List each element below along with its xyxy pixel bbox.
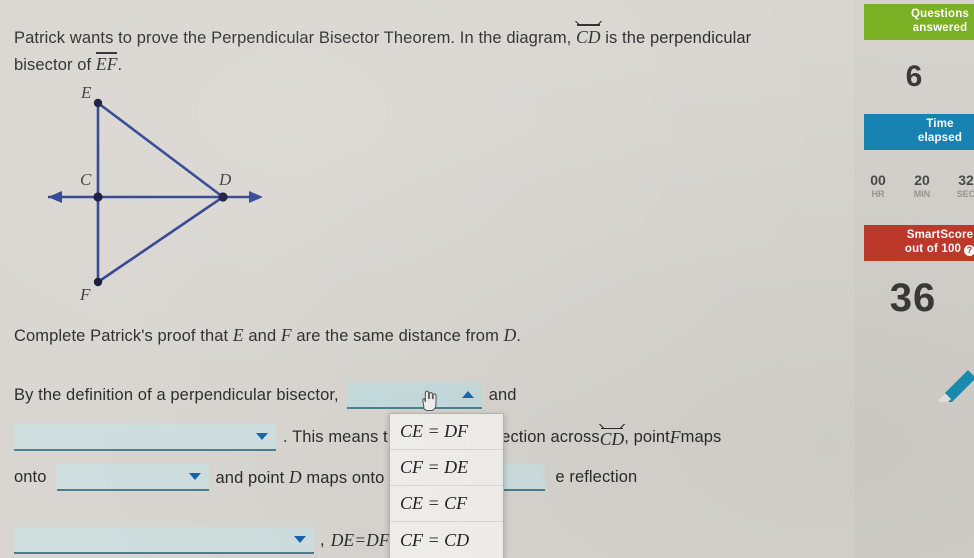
proof-line-4: , DE = DF	[14, 527, 390, 554]
segment-ed	[97, 101, 224, 199]
time-elapsed-value: 00 HR 20 MIN 32 SEC	[856, 172, 974, 200]
proof-line1-prefix: By the definition of a perpendicular bis…	[14, 386, 339, 404]
proof-line4-de: DE	[330, 530, 355, 550]
proof-line4-df: DF	[366, 530, 390, 550]
proof-line2-maps: maps	[680, 428, 722, 446]
geometry-diagram: E C D F	[8, 80, 308, 315]
point-f	[93, 277, 103, 287]
question-stem: Patrick wants to prove the Perpendicular…	[14, 20, 754, 78]
questions-answered-value: 6	[905, 60, 923, 93]
proof-prompt-var-f: F	[280, 325, 292, 345]
question-stem-text-1: Patrick wants to prove the Perpendicular…	[14, 29, 577, 47]
proof-prompt-text-2: are the same distance from	[291, 327, 504, 345]
diagram-lines	[48, 101, 256, 284]
questions-answered-badge: Questions answered	[864, 4, 974, 40]
question-panel: Patrick wants to prove the Perpendicular…	[0, 0, 860, 558]
timer-hours-number: 00	[870, 172, 886, 188]
proof-prompt-end: .	[516, 327, 522, 345]
chevron-down-icon	[256, 433, 268, 440]
line-cd-notation: CD	[575, 20, 602, 50]
time-badge-line2: elapsed	[917, 131, 963, 144]
dropdown-option[interactable]: CF = DE	[390, 450, 503, 486]
smartscore-badge-line1: SmartScore	[906, 229, 974, 241]
questions-badge-line2: answered	[912, 21, 968, 34]
proof-line2-reflection: flection across	[492, 428, 600, 446]
proof-line2-var-f: F	[669, 427, 681, 447]
answer-dropdown-5[interactable]	[14, 527, 314, 554]
dropdown-option[interactable]: CE = DF	[390, 414, 503, 450]
point-c	[93, 192, 103, 202]
point-e	[93, 98, 103, 108]
segment-ef-notation: EF	[95, 51, 118, 77]
chevron-down-icon	[294, 536, 306, 543]
label-e: E	[81, 83, 92, 102]
proof-line3-tail: e reflection	[555, 468, 638, 486]
timer-hours: 00 HR	[856, 172, 900, 200]
arrowhead-left	[48, 191, 62, 203]
time-elapsed-badge: Time elapsed	[864, 114, 974, 150]
smartscore-value: 36	[889, 276, 937, 320]
label-f: F	[80, 285, 91, 304]
proof-line-3: onto and point D maps onto e reflection	[14, 464, 637, 491]
proof-line3-onto: onto	[14, 468, 47, 486]
proof-line4-equals: =	[354, 530, 367, 550]
answer-dropdown-menu[interactable]: CE = DF CF = DE CE = CF CF = CD	[389, 413, 504, 558]
timer-seconds-number: 32	[958, 172, 974, 188]
arrowhead-right	[249, 191, 263, 203]
proof-line2-cd-notation: CD	[598, 424, 625, 450]
timer-hours-unit: HR	[871, 189, 885, 199]
proof-prompt-text-1: Complete Patrick's proof that	[14, 327, 233, 345]
proof-prompt-var-e: E	[232, 325, 244, 345]
dropdown-option[interactable]: CF = CD	[390, 522, 503, 558]
segment-fd	[97, 195, 224, 284]
smartscore-badge-line2: out of 100	[904, 242, 962, 255]
timer-minutes: 20 MIN	[900, 172, 944, 200]
timer-seconds: 32 SEC	[944, 172, 974, 200]
smartscore-badge: SmartScore out of 100?	[864, 225, 974, 261]
chevron-down-icon	[188, 473, 201, 480]
timer-minutes-unit: MIN	[913, 189, 931, 199]
time-badge-line1: Time	[926, 118, 954, 130]
diagram-svg	[48, 98, 263, 287]
answer-dropdown-2[interactable]	[14, 424, 276, 451]
questions-badge-line1: Questions	[910, 8, 970, 20]
label-c: C	[80, 170, 92, 189]
proof-line3-maps: maps onto	[301, 469, 385, 487]
proof-line3-var-d: D	[289, 467, 302, 487]
proof-line4-comma: ,	[320, 531, 325, 549]
dropdown-option[interactable]: CE = CF	[390, 486, 503, 522]
answer-dropdown-1[interactable]	[346, 382, 482, 409]
proof-line1-suffix: and	[488, 386, 517, 404]
timer-seconds-unit: SEC	[956, 189, 974, 199]
point-d	[218, 192, 228, 202]
chevron-up-icon	[461, 391, 474, 398]
proof-prompt-var-d: D	[503, 325, 517, 345]
timer-minutes-number: 20	[914, 172, 930, 188]
proof-prompt-and: and	[243, 327, 281, 345]
info-icon[interactable]: ?	[964, 244, 974, 256]
proof-line-2: . This means t flection across CD, point…	[14, 424, 721, 451]
answer-dropdown-3[interactable]	[56, 464, 209, 491]
proof-line2-text: . This means t	[283, 428, 388, 446]
proof-line2-after: , point	[624, 428, 670, 446]
proof-line-1: By the definition of a perpendicular bis…	[14, 382, 524, 409]
teal-pointer-mark	[938, 370, 974, 402]
proof-line3-mid: and point D maps onto	[209, 467, 392, 488]
label-d: D	[219, 170, 232, 189]
proof-line3-mid-text: and point	[215, 469, 289, 487]
question-stem-text-3: .	[117, 56, 123, 74]
progress-sidebar: Questions answered 6 Time elapsed 00 HR …	[854, 0, 974, 558]
proof-prompt: Complete Patrick's proof that E and F ar…	[14, 325, 521, 346]
